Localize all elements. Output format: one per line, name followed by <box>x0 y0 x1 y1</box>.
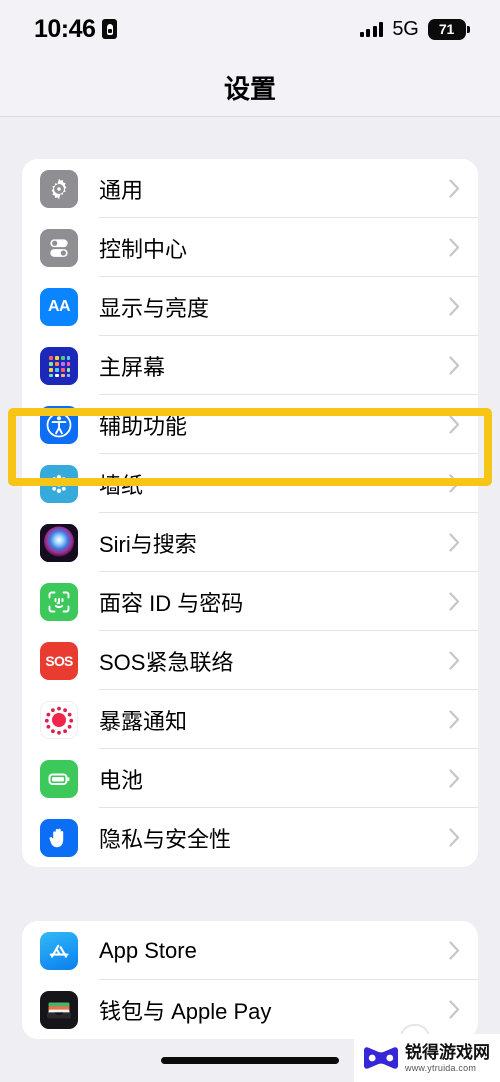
settings-row-privacy-security[interactable]: 隐私与安全性 <box>22 808 478 867</box>
settings-row-label: Siri与搜索 <box>99 531 197 557</box>
display-brightness-icon: AA <box>40 287 78 326</box>
privacy-security-icon <box>40 818 78 857</box>
store-section-card: App Store 钱包与 Apple Pay <box>22 921 478 1039</box>
settings-row-label: 控制中心 <box>99 236 188 262</box>
privacy-badge-icon <box>102 19 118 39</box>
chevron-right-icon <box>449 651 460 670</box>
cellular-bars-icon <box>359 21 384 37</box>
chevron-right-icon <box>449 1000 460 1019</box>
wallet-apple-pay-icon <box>40 990 78 1029</box>
status-bar-clock: 10:46 <box>34 14 96 43</box>
battery-status-icon: 71 <box>427 18 470 40</box>
home-screen-icon <box>40 346 78 385</box>
exposure-notifications-icon <box>40 700 78 739</box>
settings-row-label: 钱包与 Apple Pay <box>99 998 272 1024</box>
settings-row-label: 面容 ID 与密码 <box>99 590 244 616</box>
settings-row-label: 显示与亮度 <box>99 295 210 321</box>
settings-row-app-store[interactable]: App Store <box>22 921 478 980</box>
settings-row-control-center[interactable]: 控制中心 <box>22 218 478 277</box>
watermark-text: 锐得游戏网 www.ytruida.com <box>405 1044 490 1073</box>
settings-row-label: SOS紧急联络 <box>99 649 234 675</box>
settings-row-home-screen[interactable]: 主屏幕 <box>22 336 478 395</box>
settings-row-label: App Store <box>99 937 197 963</box>
settings-row-battery[interactable]: 电池 <box>22 749 478 808</box>
emergency-sos-icon: SOS <box>40 641 78 680</box>
settings-scroll-view[interactable]: 通用 控制中心 AA 显示与亮度 主屏幕 辅助功能 墙纸 Siri与搜索 面容 … <box>0 117 500 1082</box>
settings-row-wallpaper[interactable]: 墙纸 <box>22 454 478 513</box>
settings-row-label: 主屏幕 <box>99 354 166 380</box>
chevron-right-icon <box>449 356 460 375</box>
face-id-icon <box>40 582 78 621</box>
chevron-right-icon <box>449 297 460 316</box>
chevron-right-icon <box>449 592 460 611</box>
settings-row-accessibility[interactable]: 辅助功能 <box>22 395 478 454</box>
settings-row-exposure-notifications[interactable]: 暴露通知 <box>22 690 478 749</box>
chevron-right-icon <box>449 769 460 788</box>
status-bar: 10:46 5G 71 <box>0 0 500 58</box>
settings-row-label: 墙纸 <box>99 472 144 498</box>
wallpaper-icon <box>40 464 78 503</box>
gear-icon <box>40 169 78 208</box>
app-store-icon <box>40 931 78 970</box>
chevron-right-icon <box>449 474 460 493</box>
status-bar-right: 5G 71 <box>359 17 470 41</box>
chevron-right-icon <box>449 238 460 257</box>
page-title: 设置 <box>0 58 500 116</box>
settings-row-label: 通用 <box>99 177 144 203</box>
chevron-right-icon <box>449 415 460 434</box>
chevron-right-icon <box>449 179 460 198</box>
watermark-site-name: 锐得游戏网 <box>405 1042 490 1062</box>
settings-row-siri-search[interactable]: Siri与搜索 <box>22 513 478 572</box>
system-section-card: 通用 控制中心 AA 显示与亮度 主屏幕 辅助功能 墙纸 Siri与搜索 面容 … <box>22 159 478 867</box>
control-center-icon <box>40 228 78 267</box>
chevron-right-icon <box>449 710 460 729</box>
battery-level-label: 71 <box>438 21 455 37</box>
status-bar-left: 10:46 <box>34 14 118 44</box>
settings-row-label: 隐私与安全性 <box>99 826 232 852</box>
watermark-url: www.ytruida.com <box>405 1062 477 1073</box>
network-type-label: 5G <box>392 17 419 40</box>
siri-search-icon <box>40 523 78 562</box>
site-watermark: 锐得游戏网 www.ytruida.com <box>354 1034 500 1082</box>
settings-row-label: 暴露通知 <box>99 708 188 734</box>
battery-icon <box>40 759 78 798</box>
settings-row-general[interactable]: 通用 <box>22 159 478 218</box>
accessibility-icon <box>40 405 78 444</box>
home-indicator[interactable] <box>161 1057 339 1064</box>
chevron-right-icon <box>449 941 460 960</box>
settings-row-face-id[interactable]: 面容 ID 与密码 <box>22 572 478 631</box>
settings-row-label: 电池 <box>99 767 144 793</box>
bowtie-logo-icon <box>362 1045 400 1071</box>
settings-row-emergency-sos[interactable]: SOS SOS紧急联络 <box>22 631 478 690</box>
chevron-right-icon <box>449 828 460 847</box>
iphone-settings-screen: 10:46 5G 71 设置 通用 控制中心 AA 显示与亮度 主屏幕 辅助功能… <box>0 0 500 1082</box>
chevron-right-icon <box>449 533 460 552</box>
settings-row-label: 辅助功能 <box>99 413 188 439</box>
settings-row-display-brightness[interactable]: AA 显示与亮度 <box>22 277 478 336</box>
